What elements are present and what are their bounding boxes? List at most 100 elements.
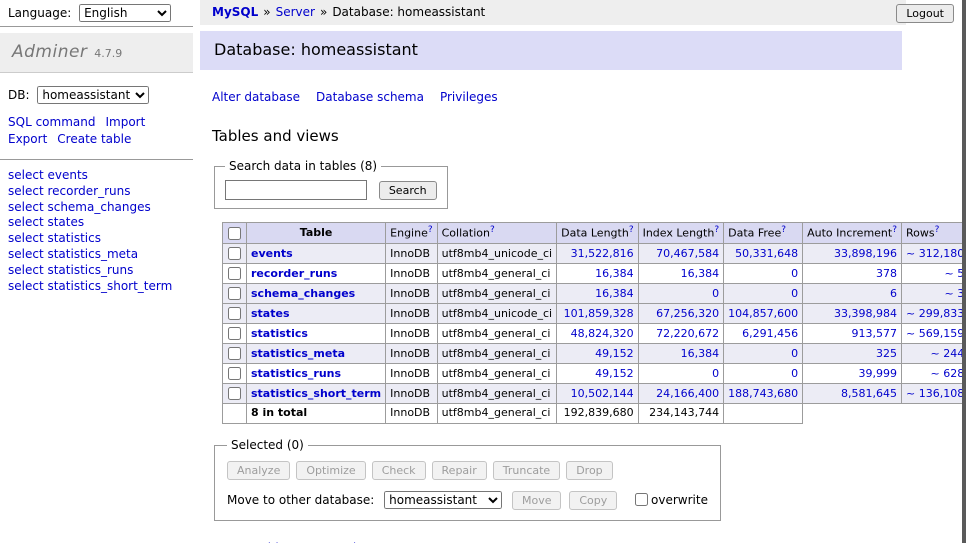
- table-link-schema_changes[interactable]: schema_changes: [251, 287, 355, 300]
- sidebar-link-export[interactable]: Export: [8, 132, 47, 146]
- database-schema-link[interactable]: Database schema: [316, 90, 424, 104]
- breadcrumb-server-link[interactable]: Server: [276, 5, 315, 19]
- row-checkbox-events[interactable]: [228, 247, 241, 260]
- data-free-link[interactable]: 0: [791, 347, 798, 360]
- breadcrumb-mysql-link[interactable]: MySQL: [212, 5, 258, 19]
- auto-increment-link[interactable]: 8,581,645: [841, 387, 897, 400]
- data-free-link[interactable]: 0: [791, 287, 798, 300]
- row-checkbox-statistics_meta[interactable]: [228, 347, 241, 360]
- privileges-link[interactable]: Privileges: [440, 90, 498, 104]
- data-length-link[interactable]: 49,152: [595, 367, 634, 380]
- row-checkbox-recorder_runs[interactable]: [228, 267, 241, 280]
- rows-count-link[interactable]: ~ 244: [930, 347, 964, 360]
- auto-increment-link[interactable]: 913,577: [852, 327, 898, 340]
- overwrite-checkbox[interactable]: [635, 493, 648, 506]
- table-link-statistics_meta[interactable]: statistics_meta: [251, 347, 345, 360]
- select-all-checkbox[interactable]: [228, 227, 241, 240]
- index-length-link[interactable]: 24,166,400: [656, 387, 719, 400]
- sidebar-link-create-table[interactable]: Create table: [57, 132, 131, 146]
- check-button[interactable]: Check: [372, 461, 426, 480]
- logout-button[interactable]: Logout: [896, 4, 954, 23]
- auto-increment-link[interactable]: 33,898,196: [834, 247, 897, 260]
- help-link[interactable]: ?: [629, 225, 634, 235]
- search-input[interactable]: [225, 180, 367, 200]
- help-link[interactable]: ?: [490, 225, 495, 235]
- sidebar-link-select-statistics[interactable]: select statistics: [8, 231, 185, 247]
- table-link-recorder_runs[interactable]: recorder_runs: [251, 267, 337, 280]
- language-select[interactable]: English: [79, 4, 171, 22]
- drop-button[interactable]: Drop: [566, 461, 612, 480]
- data-free-link[interactable]: 0: [791, 267, 798, 280]
- data-free-link[interactable]: 6,291,456: [742, 327, 798, 340]
- data-free-link[interactable]: 50,331,648: [735, 247, 798, 260]
- sidebar-link-select-statistics-short-term[interactable]: select statistics_short_term: [8, 279, 185, 295]
- auto-increment-link[interactable]: 325: [876, 347, 897, 360]
- data-length-link[interactable]: 16,384: [595, 287, 634, 300]
- table-link-statistics_short_term[interactable]: statistics_short_term: [251, 387, 381, 400]
- index-length-link[interactable]: 0: [712, 287, 719, 300]
- data-length-link[interactable]: 48,824,320: [571, 327, 634, 340]
- total-label: 8 in total: [247, 404, 386, 423]
- sidebar-link-select-statistics-meta[interactable]: select statistics_meta: [8, 247, 185, 263]
- auto-increment-link[interactable]: 33,398,984: [834, 307, 897, 320]
- auto-increment-link[interactable]: 378: [876, 267, 897, 280]
- move-db-select[interactable]: homeassistant: [384, 491, 502, 509]
- help-link[interactable]: ?: [781, 225, 786, 235]
- scrollbar[interactable]: [962, 0, 966, 543]
- data-free-link[interactable]: 104,857,600: [728, 307, 798, 320]
- help-link[interactable]: ?: [714, 225, 719, 235]
- row-checkbox-schema_changes[interactable]: [228, 287, 241, 300]
- help-link[interactable]: ?: [428, 225, 433, 235]
- index-length-link[interactable]: 67,256,320: [656, 307, 719, 320]
- sidebar-link-sql-command[interactable]: SQL command: [8, 115, 95, 129]
- copy-button[interactable]: Copy: [569, 491, 617, 510]
- rows-count-link[interactable]: ~ 136,108: [906, 387, 964, 400]
- search-button[interactable]: Search: [379, 181, 437, 200]
- table-link-states[interactable]: states: [251, 307, 290, 320]
- truncate-button[interactable]: Truncate: [493, 461, 560, 480]
- help-link[interactable]: ?: [892, 225, 897, 235]
- alter-database-link[interactable]: Alter database: [212, 90, 300, 104]
- row-checkbox-statistics[interactable]: [228, 327, 241, 340]
- optimize-button[interactable]: Optimize: [296, 461, 365, 480]
- sidebar-link-import[interactable]: Import: [105, 115, 145, 129]
- sidebar-link-select-schema-changes[interactable]: select schema_changes: [8, 200, 185, 216]
- rows-count-link[interactable]: ~ 312,180: [906, 247, 964, 260]
- row-checkbox-states[interactable]: [228, 307, 241, 320]
- auto-increment-cell: 325: [803, 344, 902, 364]
- data-length-link[interactable]: 10,502,144: [571, 387, 634, 400]
- sidebar-link-select-statistics-runs[interactable]: select statistics_runs: [8, 263, 185, 279]
- data-free-link[interactable]: 188,743,680: [728, 387, 798, 400]
- data-length-link[interactable]: 31,522,816: [571, 247, 634, 260]
- data-length-cell: 48,824,320: [557, 324, 638, 344]
- sidebar-link-select-recorder-runs[interactable]: select recorder_runs: [8, 184, 185, 200]
- index-length-link[interactable]: 0: [712, 367, 719, 380]
- index-length-link[interactable]: 16,384: [681, 347, 720, 360]
- data-length-link[interactable]: 49,152: [595, 347, 634, 360]
- db-select[interactable]: homeassistant: [37, 86, 149, 104]
- analyze-button[interactable]: Analyze: [227, 461, 290, 480]
- help-link[interactable]: ?: [935, 225, 940, 235]
- engine-cell: InnoDB: [386, 384, 437, 404]
- sidebar-link-select-states[interactable]: select states: [8, 215, 185, 231]
- index-length-link[interactable]: 70,467,584: [656, 247, 719, 260]
- repair-button[interactable]: Repair: [432, 461, 487, 480]
- auto-increment-link[interactable]: 6: [890, 287, 897, 300]
- row-checkbox-statistics_short_term[interactable]: [228, 387, 241, 400]
- table-link-statistics[interactable]: statistics: [251, 327, 308, 340]
- data-length-link[interactable]: 101,859,328: [564, 307, 634, 320]
- table-link-statistics_runs[interactable]: statistics_runs: [251, 367, 341, 380]
- data-free-cell: 50,331,648: [724, 244, 803, 264]
- rows-count-link[interactable]: ~ 299,833: [906, 307, 964, 320]
- data-free-link[interactable]: 0: [791, 367, 798, 380]
- rows-count-link[interactable]: ~ 569,159: [906, 327, 964, 340]
- index-length-link[interactable]: 72,220,672: [656, 327, 719, 340]
- move-button[interactable]: Move: [512, 491, 562, 510]
- row-checkbox-statistics_runs[interactable]: [228, 367, 241, 380]
- index-length-link[interactable]: 16,384: [681, 267, 720, 280]
- rows-count-link[interactable]: ~ 628: [930, 367, 964, 380]
- auto-increment-link[interactable]: 39,999: [859, 367, 898, 380]
- sidebar-link-select-events[interactable]: select events: [8, 168, 185, 184]
- table-link-events[interactable]: events: [251, 247, 293, 260]
- data-length-link[interactable]: 16,384: [595, 267, 634, 280]
